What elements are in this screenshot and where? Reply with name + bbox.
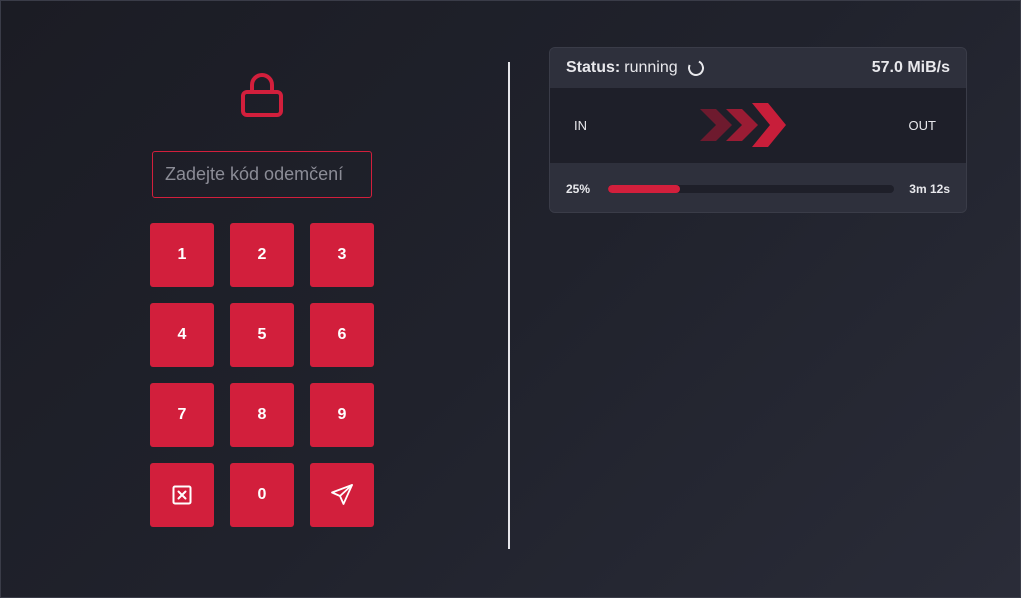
keypad: 1 2 3 4 5 6 7 8 9 0 xyxy=(150,223,374,527)
key-label: 9 xyxy=(337,406,347,423)
clear-key[interactable] xyxy=(150,463,214,527)
key-3[interactable]: 3 xyxy=(310,223,374,287)
key-label: 8 xyxy=(257,406,267,423)
key-label: 4 xyxy=(177,326,187,343)
key-7[interactable]: 7 xyxy=(150,383,214,447)
flow-out-label: OUT xyxy=(908,118,936,133)
key-label: 1 xyxy=(177,246,187,263)
status: Status: running xyxy=(566,57,706,79)
key-label: 2 xyxy=(257,246,267,263)
key-4[interactable]: 4 xyxy=(150,303,214,367)
progress-bar xyxy=(608,184,895,193)
lock-icon xyxy=(241,73,283,117)
send-icon xyxy=(330,483,354,507)
chevrons-right-icon xyxy=(700,103,786,147)
eta: 3m 12s xyxy=(909,181,950,196)
key-1[interactable]: 1 xyxy=(150,223,214,287)
key-label: 0 xyxy=(257,486,267,503)
transfer-panel: Status: running 57.0 MiB/s IN OUT 25% 3m… xyxy=(549,47,967,213)
key-label: 6 xyxy=(337,326,347,343)
clear-icon xyxy=(172,485,192,505)
progress-percent: 25% xyxy=(566,181,591,196)
panel-header: Status: running 57.0 MiB/s xyxy=(550,48,966,88)
progress-row: 25% 3m 12s xyxy=(550,163,966,212)
status-label: Status: xyxy=(566,59,621,76)
key-label: 3 xyxy=(337,246,347,263)
unlock-code-input[interactable] xyxy=(152,151,372,198)
flow-in-label: IN xyxy=(574,118,587,133)
transfer-speed: 57.0 MiB/s xyxy=(871,59,950,76)
key-2[interactable]: 2 xyxy=(230,223,294,287)
key-label: 7 xyxy=(177,406,187,423)
key-8[interactable]: 8 xyxy=(230,383,294,447)
key-5[interactable]: 5 xyxy=(230,303,294,367)
submit-key[interactable] xyxy=(310,463,374,527)
key-0[interactable]: 0 xyxy=(230,463,294,527)
flow-indicator: IN OUT xyxy=(550,88,966,163)
key-6[interactable]: 6 xyxy=(310,303,374,367)
progress-fill xyxy=(608,184,680,193)
key-label: 5 xyxy=(257,326,267,343)
divider xyxy=(508,62,510,549)
key-9[interactable]: 9 xyxy=(310,383,374,447)
status-value: running xyxy=(624,59,678,76)
spinner-icon xyxy=(685,57,706,79)
